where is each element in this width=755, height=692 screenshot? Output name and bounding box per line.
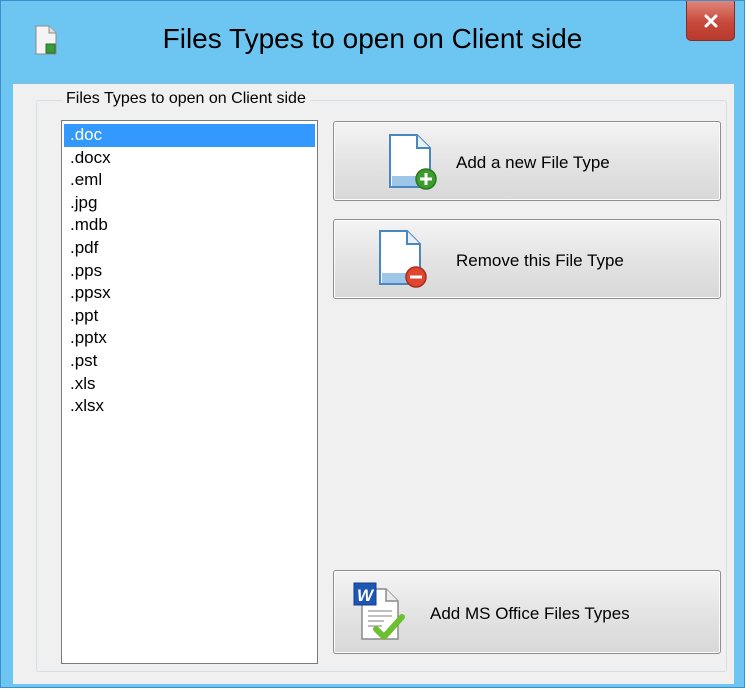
close-button[interactable]: [686, 1, 735, 41]
list-item[interactable]: .doc: [64, 124, 315, 147]
group-label: Files Types to open on Client side: [62, 90, 310, 108]
remove-document-icon: [379, 230, 427, 288]
title-bar[interactable]: Files Types to open on Client side: [1, 1, 744, 83]
list-item[interactable]: .xlsx: [64, 395, 315, 418]
remove-file-type-button[interactable]: Remove this File Type: [333, 219, 721, 299]
remove-file-type-label: Remove this File Type: [456, 251, 624, 270]
close-icon: [704, 14, 717, 27]
list-item[interactable]: .pdf: [64, 237, 315, 260]
file-types-list[interactable]: .doc .docx .eml .jpg .mdb .pdf .pps .ppsx .ppt .p…: [61, 120, 318, 664]
list-item[interactable]: .ppsx: [64, 282, 315, 305]
add-file-type-label: Add a new File Type: [456, 153, 610, 172]
window-title: Files Types to open on Client side: [162, 23, 583, 54]
svg-text:W: W: [357, 586, 375, 605]
word-document-check-icon: W: [353, 582, 405, 640]
list-item[interactable]: .ppt: [64, 305, 315, 328]
add-file-type-button[interactable]: Add a new File Type: [333, 121, 721, 201]
list-item[interactable]: .eml: [64, 169, 315, 192]
list-item[interactable]: .pps: [64, 260, 315, 283]
add-ms-office-types-button[interactable]: W Add MS Office Files Types: [333, 570, 721, 654]
list-item[interactable]: .pptx: [64, 327, 315, 350]
add-document-icon: [389, 134, 437, 190]
list-item[interactable]: .jpg: [64, 192, 315, 215]
add-ms-office-types-label: Add MS Office Files Types: [430, 604, 630, 623]
list-item[interactable]: .xls: [64, 373, 315, 396]
list-item[interactable]: .docx: [64, 147, 315, 170]
list-item[interactable]: .pst: [64, 350, 315, 373]
list-item[interactable]: .mdb: [64, 214, 315, 237]
